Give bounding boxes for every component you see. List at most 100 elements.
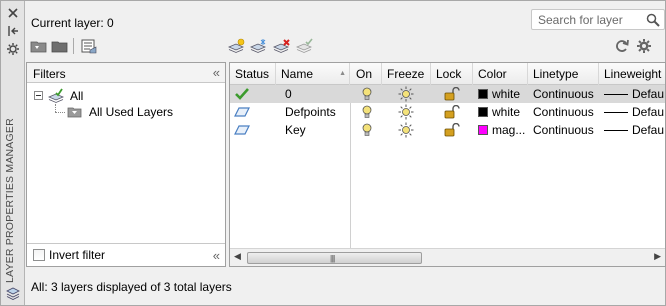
- new-layer-icon: [227, 38, 245, 53]
- layer-lineweight[interactable]: Defau: [599, 121, 665, 139]
- search-icon[interactable]: [646, 13, 660, 27]
- column-header-on[interactable]: On: [351, 63, 382, 85]
- color-name: white: [492, 105, 521, 119]
- collapse-filters-icon[interactable]: «: [213, 65, 220, 80]
- filters-panel: Filters « All All Used Layers Invert fil…: [26, 62, 226, 267]
- settings-button[interactable]: [635, 38, 653, 54]
- layer-linetype[interactable]: Continuous: [528, 121, 599, 139]
- layer-states-icon: [81, 39, 97, 54]
- column-header-freeze[interactable]: Freeze: [382, 63, 431, 85]
- light-bulb-on-icon[interactable]: [361, 105, 373, 119]
- toolbar-separator: [73, 38, 74, 54]
- lineweight-sample: [604, 94, 628, 95]
- all-filter-icon: [48, 88, 64, 103]
- unlocked-padlock-icon[interactable]: [444, 87, 460, 101]
- layer-row[interactable]: Defpoints white Continuous Defau: [230, 103, 665, 121]
- new-layer-vp-frozen-icon: [249, 39, 267, 53]
- refresh-icon: [616, 39, 629, 52]
- layer-name[interactable]: Defpoints: [280, 103, 350, 121]
- column-header-lock[interactable]: Lock: [431, 63, 473, 85]
- filter-folder-icon: [67, 107, 82, 118]
- column-header-lineweight[interactable]: Lineweight: [599, 63, 665, 85]
- scroll-left-icon[interactable]: ◀: [234, 251, 241, 262]
- lineweight-value: Defau: [632, 105, 665, 119]
- search-box[interactable]: [531, 9, 665, 30]
- delete-layer-button[interactable]: [272, 38, 291, 54]
- collapse-panel-icon[interactable]: «: [213, 248, 220, 263]
- layer-properties-manager-window: LAYER PROPERTIES MANAGER Current layer: …: [0, 0, 666, 306]
- light-bulb-on-icon[interactable]: [361, 87, 373, 101]
- palette-title: LAYER PROPERTIES MANAGER: [4, 118, 16, 283]
- layer-color[interactable]: white: [473, 103, 528, 121]
- layer-status-icon[interactable]: [234, 123, 250, 137]
- layer-lineweight[interactable]: Defau: [599, 103, 665, 121]
- layer-linetype[interactable]: Continuous: [528, 103, 599, 121]
- scrollbar-thumb[interactable]: ||||: [247, 252, 422, 264]
- tree-connector: [55, 112, 65, 113]
- color-swatch: [478, 107, 488, 117]
- properties-icon[interactable]: [6, 42, 20, 56]
- lineweight-value: Defau: [632, 87, 665, 101]
- layer-status-icon[interactable]: [234, 105, 250, 119]
- new-filter-icon: [30, 41, 47, 53]
- new-group-filter-button[interactable]: [51, 38, 69, 54]
- column-header-status[interactable]: Status: [230, 63, 276, 85]
- color-name: mag...: [492, 123, 526, 137]
- horizontal-scrollbar[interactable]: ◀ |||| ▶: [230, 248, 665, 266]
- layer-row[interactable]: 0 white Continuous Defau: [230, 85, 665, 103]
- layer-linetype[interactable]: Continuous: [528, 85, 599, 103]
- column-header-name[interactable]: Name ▲: [276, 63, 350, 85]
- scroll-right-icon[interactable]: ▶: [654, 251, 661, 262]
- close-icon[interactable]: [6, 6, 20, 20]
- layer-name[interactable]: Key: [280, 121, 350, 139]
- delete-layer-icon: [272, 39, 290, 53]
- layers-icon: [6, 287, 20, 300]
- invert-filter-checkbox[interactable]: [33, 249, 45, 261]
- collapse-toggle-icon[interactable]: [34, 91, 43, 100]
- sort-ascending-icon: ▲: [339, 70, 346, 77]
- unlocked-padlock-icon[interactable]: [444, 105, 460, 119]
- sun-thawed-icon[interactable]: [398, 86, 414, 102]
- current-layer-label: Current layer: 0: [31, 16, 114, 30]
- filters-title: Filters: [33, 67, 66, 81]
- color-swatch: [478, 89, 488, 99]
- color-name: white: [492, 87, 521, 101]
- layer-list: Status Name ▲ On Freeze Lock Color Linet…: [229, 62, 666, 267]
- layer-color[interactable]: mag...: [473, 121, 528, 139]
- palette-title-strip: LAYER PROPERTIES MANAGER: [1, 1, 25, 305]
- sun-thawed-icon[interactable]: [398, 122, 414, 138]
- column-header-linetype[interactable]: Linetype: [528, 63, 599, 85]
- layer-color[interactable]: white: [473, 85, 528, 103]
- sun-thawed-icon[interactable]: [398, 104, 414, 120]
- main-area: Current layer: 0 Search for layer Filter…: [26, 1, 666, 305]
- new-layer-vp-frozen-button[interactable]: [249, 38, 268, 54]
- light-bulb-on-icon[interactable]: [361, 123, 373, 137]
- new-property-filter-button[interactable]: [30, 38, 48, 54]
- invert-filter-row: Invert filter «: [27, 243, 225, 266]
- lineweight-sample: [604, 130, 628, 131]
- set-current-button[interactable]: [295, 38, 314, 54]
- tree-connector: [55, 104, 56, 112]
- refresh-button[interactable]: [613, 38, 631, 54]
- search-input[interactable]: [536, 12, 640, 27]
- layer-states-button[interactable]: [80, 38, 98, 54]
- new-group-filter-icon: [51, 41, 68, 53]
- set-current-icon: [295, 38, 313, 53]
- lineweight-sample: [604, 112, 628, 113]
- color-swatch: [478, 125, 488, 135]
- lineweight-value: Defau: [632, 123, 665, 137]
- unlocked-padlock-icon[interactable]: [444, 123, 460, 137]
- filters-header: Filters «: [27, 63, 225, 83]
- scrollbar-grip-icon: ||||: [330, 254, 335, 263]
- current-layer-check-icon[interactable]: [234, 87, 250, 101]
- column-header-name-label: Name: [281, 67, 314, 81]
- layer-row[interactable]: Key mag... Continuous Defau: [230, 121, 665, 139]
- layer-lineweight[interactable]: Defau: [599, 85, 665, 103]
- new-layer-button[interactable]: [227, 38, 246, 54]
- tree-label-all-used-layers: All Used Layers: [89, 105, 174, 119]
- layer-list-header: Status Name ▲ On Freeze Lock Color Linet…: [230, 63, 665, 85]
- auto-hide-icon[interactable]: [6, 24, 20, 38]
- settings-icon: [637, 39, 651, 53]
- layer-name[interactable]: 0: [280, 85, 350, 103]
- column-header-color[interactable]: Color: [473, 63, 528, 85]
